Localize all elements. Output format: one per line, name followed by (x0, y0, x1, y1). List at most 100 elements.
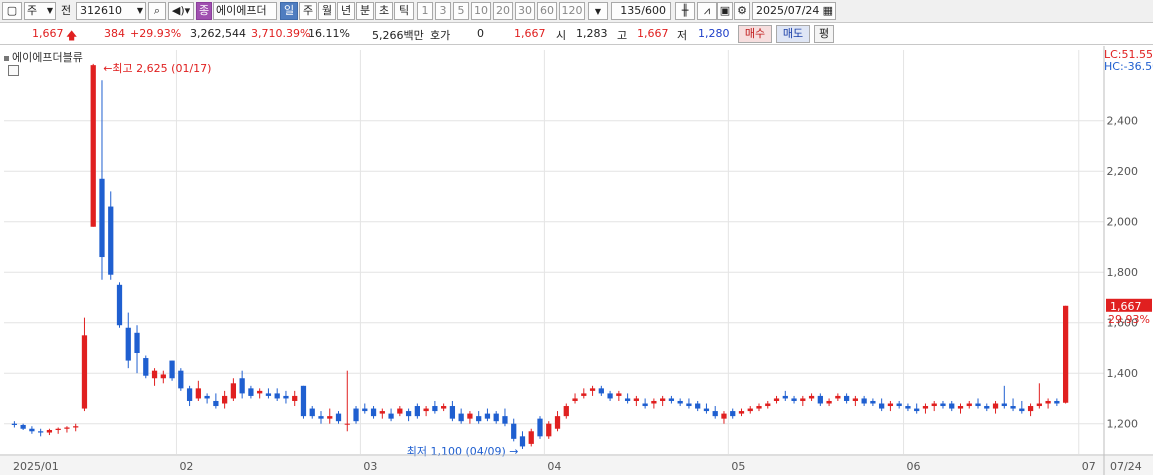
x-tick-label: 2025/01 (13, 460, 59, 473)
candle-body (29, 428, 35, 432)
candle-body (274, 393, 280, 399)
candle-body (20, 424, 26, 429)
tab-year[interactable]: 년 (337, 2, 355, 20)
candle-body (914, 408, 920, 412)
bar-count-value: 135 (620, 4, 642, 17)
candle-body (738, 411, 745, 414)
search-icon[interactable]: ⌕ (148, 2, 166, 20)
candle-body (730, 411, 736, 417)
candle-body (598, 388, 604, 394)
candle-body (151, 370, 158, 379)
interval-1[interactable]: 1 (417, 2, 433, 20)
interval-30[interactable]: 30 (515, 2, 535, 20)
tab-minute[interactable]: 분 (356, 2, 374, 20)
x-tick-label: 02 (179, 460, 193, 473)
low-annotation: 최저 1,100 (04/09) → (407, 445, 519, 458)
candle-body (528, 431, 534, 444)
candle-body (546, 423, 552, 437)
interval-20[interactable]: 20 (493, 2, 513, 20)
buy-button[interactable]: 매수 (738, 25, 772, 43)
window-icon[interactable]: ▢ (2, 2, 22, 20)
candle-body (143, 358, 149, 376)
candle-body (940, 403, 946, 407)
low-price: 1,280 (698, 27, 730, 40)
tab-week[interactable]: 주 (299, 2, 317, 20)
hc-label: HC:-36.50 (1104, 60, 1153, 73)
chevron-down-icon: ▼ (594, 7, 602, 16)
candle-body (134, 332, 140, 353)
tab-tick[interactable]: 틱 (394, 2, 414, 20)
candle-body (887, 403, 894, 407)
open-label: 시 (556, 29, 567, 42)
tab-second[interactable]: 초 (375, 2, 393, 20)
candle-body (1010, 406, 1016, 409)
bar-count-input[interactable]: 135/600 (611, 2, 671, 20)
candle-body (1045, 400, 1051, 404)
interval-5[interactable]: 5 (453, 2, 469, 20)
hoga-value: 0 (477, 27, 484, 40)
tab-month[interactable]: 월 (318, 2, 336, 20)
sell-button[interactable]: 매도 (776, 25, 810, 43)
candle-body (116, 284, 123, 326)
layout-grid-icon[interactable] (8, 65, 19, 76)
candle-body (896, 403, 902, 407)
candle-body (1054, 400, 1060, 404)
candle-body (327, 416, 333, 419)
candle-body (765, 403, 771, 407)
calendar-icon[interactable]: ▦ (823, 3, 833, 19)
candle-body (300, 385, 307, 417)
candle-body (55, 428, 61, 431)
y-tick-label: 1,200 (1107, 418, 1139, 431)
chart-background (0, 46, 1153, 475)
date-value: 2025/07/24 (756, 4, 820, 17)
price-chart[interactable]: ←최고 2,625 (01/17) 최저 1,100 (04/09) → 1,20… (0, 46, 1153, 475)
interval-120[interactable]: 120 (559, 2, 585, 20)
candle-body (388, 413, 394, 419)
turnover: 16.11% (308, 27, 350, 40)
candle-body (624, 398, 631, 401)
candle-body (756, 406, 762, 409)
candle-body (81, 335, 88, 409)
eval-button[interactable]: 평 (814, 25, 834, 43)
candle-body (46, 430, 53, 433)
candle-body (318, 416, 324, 419)
interval-dropdown[interactable]: ▼ (588, 2, 608, 20)
candle-body (257, 390, 263, 394)
candle-body (441, 406, 447, 409)
candle-body (589, 388, 596, 391)
candle-body (554, 416, 561, 429)
candle-body (362, 408, 368, 412)
speaker-icon[interactable]: ◀)▾ (168, 2, 194, 20)
candle-body (703, 408, 710, 412)
x-tick-label: 06 (907, 460, 921, 473)
candle-body (642, 403, 648, 407)
indicator-icon[interactable]: ⩘ (697, 2, 717, 20)
interval-3[interactable]: 3 (435, 2, 451, 20)
candle-style-icon[interactable]: ╫ (675, 2, 695, 20)
period-select[interactable]: 주 ▼ (24, 2, 56, 20)
candle-body (563, 406, 569, 417)
interval-10[interactable]: 10 (471, 2, 491, 20)
y-tick-label: 2,000 (1107, 216, 1139, 229)
candle-body (686, 403, 692, 407)
candle-body (949, 403, 955, 409)
chevron-down-icon[interactable]: ▼ (137, 3, 143, 19)
candle-body (695, 403, 701, 409)
interval-60[interactable]: 60 (537, 2, 557, 20)
candle-body (38, 431, 44, 433)
date-input[interactable]: 2025/07/24 ▦ (752, 2, 836, 20)
gear-icon[interactable]: ⚙ (734, 2, 750, 20)
candle-body (922, 406, 929, 409)
stock-code-input[interactable]: 312610 ▼ (76, 2, 146, 20)
y-tick-label: 2,400 (1107, 115, 1139, 128)
save-icon[interactable]: ▣ (717, 2, 733, 20)
candle-body (861, 398, 867, 404)
candle-body (870, 400, 876, 404)
candle-body (169, 360, 175, 379)
x-axis-band (0, 456, 1153, 475)
jeon-label: 전 (60, 4, 72, 17)
candle-body (160, 374, 166, 379)
candle-body (449, 406, 456, 419)
candle-body (414, 406, 420, 417)
tab-day[interactable]: 일 (280, 2, 298, 20)
